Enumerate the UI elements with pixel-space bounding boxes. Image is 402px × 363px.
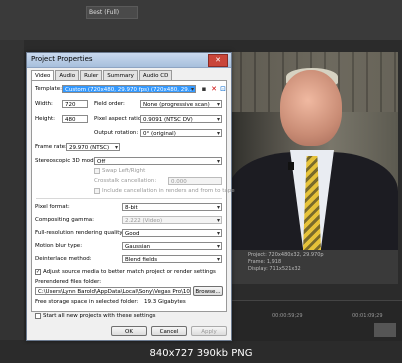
- motion-blur-dropdown[interactable]: Gaussian: [122, 242, 222, 250]
- start-all-label: Start all new projects with these settin…: [43, 313, 156, 319]
- field-order-dropdown[interactable]: None (progressive scan): [140, 100, 222, 108]
- timeline[interactable]: 00:00:59;29 00:01:09;29: [228, 300, 402, 341]
- swap-label: Swap Left/Right: [102, 168, 146, 174]
- preview-info-frame: Frame: 1,918: [248, 259, 282, 265]
- compositing-gamma-dropdown[interactable]: 2.222 (Video): [122, 216, 222, 224]
- pixel-aspect-dropdown[interactable]: 0.9091 (NTSC DV): [140, 115, 222, 123]
- frame-rate-label: Frame rate:: [35, 144, 67, 150]
- timeline-mark: 00:00:59;29: [272, 313, 303, 319]
- preview-info-project: Project: 720x480x32, 29.970p: [248, 252, 324, 258]
- close-button[interactable]: ✕: [208, 54, 228, 67]
- preview-info-display: Display: 711x521x32: [248, 266, 301, 272]
- save-template-icon[interactable]: ▪: [200, 85, 208, 93]
- delete-template-icon[interactable]: ✕: [210, 85, 218, 93]
- swap-checkbox[interactable]: [94, 168, 100, 174]
- host-toolbar: Best (Full): [0, 0, 402, 40]
- height-label: Height:: [35, 116, 56, 122]
- dialog-tabs: Video Audio Ruler Summary Audio CD: [31, 70, 173, 82]
- compositing-gamma-label: Compositing gamma:: [35, 217, 95, 223]
- template-dropdown[interactable]: Custom (720x480, 29.970 fps) (720x480, 2…: [62, 85, 196, 93]
- cancel-button[interactable]: Cancel: [151, 326, 187, 336]
- image-caption: 840x727 390kb PNG: [0, 345, 402, 363]
- project-properties-dialog: Project Properties ✕ Video Audio Ruler S…: [26, 52, 235, 341]
- render-quality-label: Full-resolution rendering quality:: [35, 230, 125, 236]
- output-rotation-label: Output rotation:: [94, 130, 139, 136]
- video-preview: [228, 52, 398, 250]
- stereo-dropdown[interactable]: Off: [94, 157, 222, 165]
- host-left-panel: [0, 40, 24, 340]
- match-media-icon[interactable]: ⊡: [219, 85, 227, 93]
- include-cancel-checkbox[interactable]: [94, 188, 100, 194]
- template-label: Template:: [35, 86, 62, 92]
- dialog-titlebar: Project Properties ✕: [27, 53, 231, 68]
- video-tab-panel: Template: Custom (720x480, 29.970 fps) (…: [31, 80, 235, 312]
- preview-quality-combo[interactable]: Best (Full): [86, 6, 138, 19]
- field-order-label: Field order:: [94, 101, 125, 107]
- divider: [36, 198, 222, 199]
- free-storage-value: 19.3 Gigabytes: [144, 299, 186, 305]
- crosstalk-field[interactable]: 0.000: [168, 177, 222, 185]
- ok-button[interactable]: OK: [111, 326, 147, 336]
- preview-info: Project: 720x480x32, 29.970p Frame: 1,91…: [228, 250, 398, 284]
- apply-button[interactable]: Apply: [191, 326, 227, 336]
- deinterlace-dropdown[interactable]: Blend fields: [122, 255, 222, 263]
- height-field[interactable]: 480: [62, 115, 88, 123]
- browse-button[interactable]: Browse...: [193, 286, 223, 296]
- timeline-mark: 00:01:09;29: [352, 313, 383, 319]
- pixel-aspect-label: Pixel aspect ratio:: [94, 116, 144, 122]
- prerendered-label: Prerendered files folder:: [35, 279, 102, 285]
- adjust-source-label: Adjust source media to better match proj…: [43, 269, 216, 275]
- crosstalk-label: Crosstalk cancellation:: [94, 178, 157, 184]
- pixel-format-dropdown[interactable]: 8-bit: [122, 203, 222, 211]
- dialog-title: Project Properties: [31, 55, 93, 63]
- width-field[interactable]: 720: [62, 100, 88, 108]
- render-quality-dropdown[interactable]: Good: [122, 229, 222, 237]
- stereo-label: Stereoscopic 3D mode:: [35, 158, 99, 164]
- output-rotation-dropdown[interactable]: 0° (original): [140, 129, 222, 137]
- prerendered-folder-field[interactable]: C:\Users\Lynn Barold\AppData\Local\Sony\…: [35, 287, 191, 295]
- frame-rate-dropdown[interactable]: 29.970 (NTSC): [66, 143, 120, 151]
- motion-blur-label: Motion blur type:: [35, 243, 83, 249]
- free-storage-label: Free storage space in selected folder:: [35, 299, 139, 305]
- timeline-clip[interactable]: [374, 323, 396, 337]
- start-all-checkbox[interactable]: [35, 313, 41, 319]
- pixel-format-label: Pixel format:: [35, 204, 70, 210]
- deinterlace-label: Deinterlace method:: [35, 256, 92, 262]
- adjust-source-checkbox[interactable]: ✓: [35, 269, 41, 275]
- include-cancel-label: Include cancellation in renders and from…: [102, 188, 235, 194]
- width-label: Width:: [35, 101, 53, 107]
